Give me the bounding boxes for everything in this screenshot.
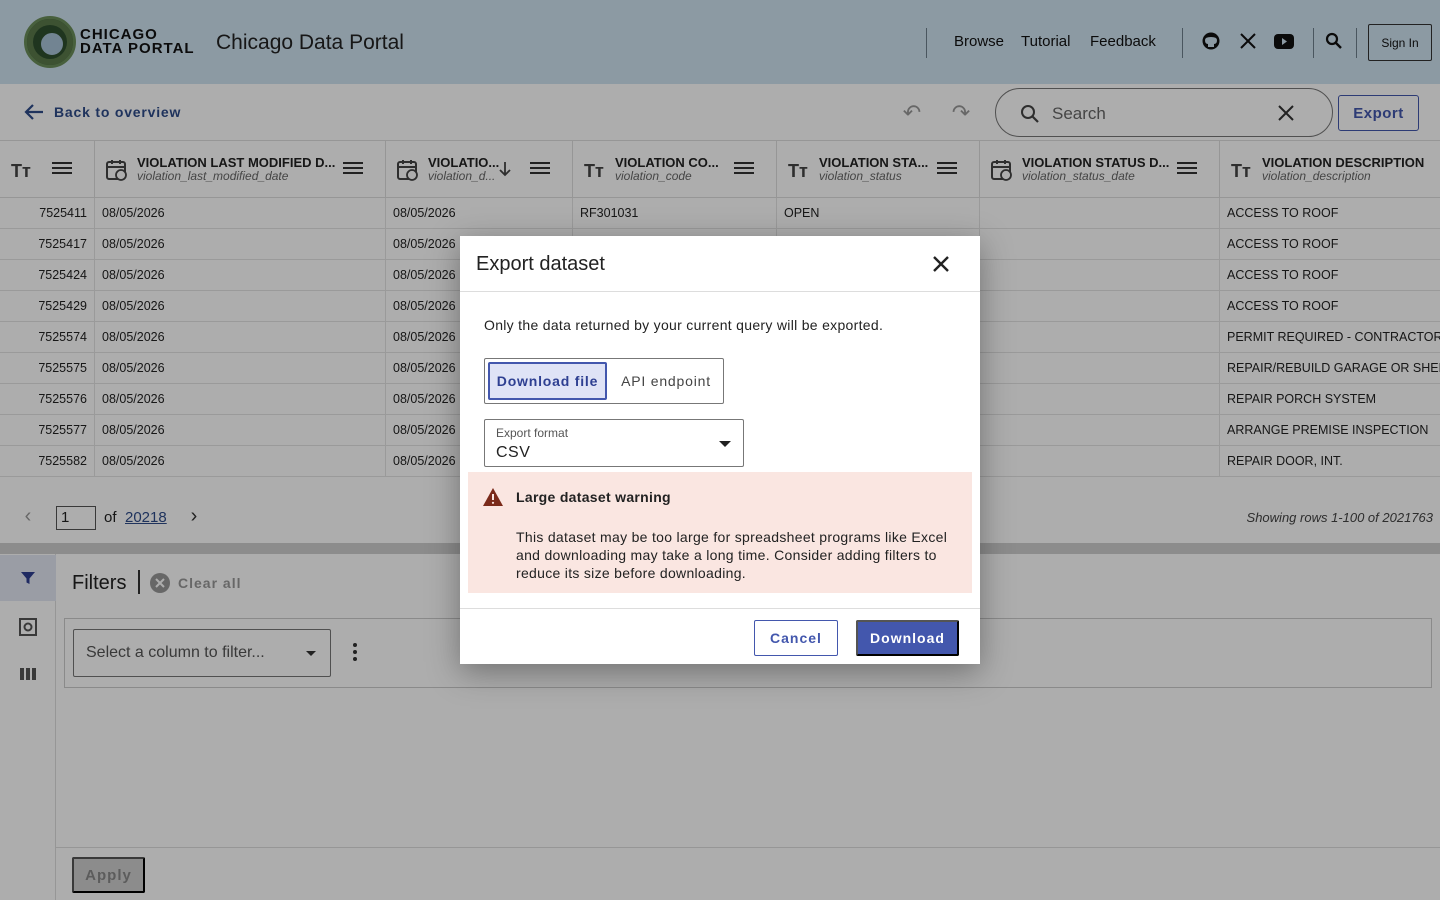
export-dialog: Export dataset Only the data returned by…: [460, 236, 980, 664]
export-format-label: Export format: [496, 426, 569, 440]
dialog-title: Export dataset: [476, 253, 605, 275]
warning-body: This dataset may be too large for spread…: [516, 529, 948, 581]
download-button[interactable]: Download: [856, 620, 959, 656]
cancel-button[interactable]: Cancel: [754, 620, 838, 656]
dialog-footer: Cancel Download: [460, 608, 980, 664]
warning-icon: [483, 488, 503, 506]
dialog-header: Export dataset: [460, 236, 980, 292]
chevron-down-icon: [719, 441, 731, 447]
download-file-tab[interactable]: Download file: [488, 362, 607, 400]
export-format-select[interactable]: Export format CSV: [484, 419, 744, 467]
export-mode-toggle: Download file API endpoint: [484, 358, 724, 404]
api-endpoint-tab[interactable]: API endpoint: [611, 362, 721, 400]
export-note: Only the data returned by your current q…: [484, 317, 884, 333]
close-icon[interactable]: [930, 253, 952, 275]
large-dataset-warning: Large dataset warning This dataset may b…: [468, 472, 972, 593]
export-format-value: CSV: [496, 444, 531, 461]
warning-title: Large dataset warning: [516, 489, 671, 505]
